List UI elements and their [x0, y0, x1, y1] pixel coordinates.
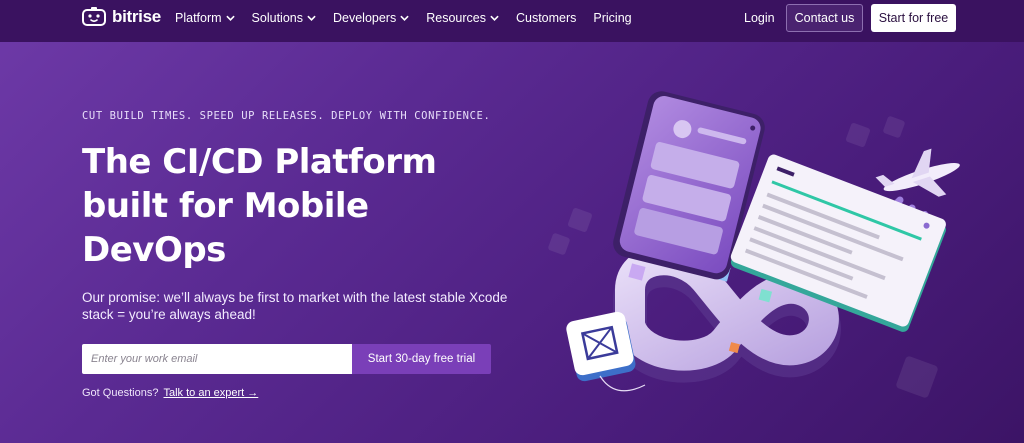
menu-label: Resources: [426, 11, 486, 25]
brand-name: bitrise: [112, 7, 161, 26]
chevron-down-icon: [400, 15, 409, 21]
main-menu: Platform Solutions Developers Resources …: [175, 0, 649, 36]
menu-item-customers[interactable]: Customers: [516, 11, 576, 25]
headline-line: built for Mobile: [82, 186, 369, 226]
top-navigation: bitrise Platform Solutions Developers Re…: [0, 0, 1024, 42]
hero-promise: Our promise: we’ll always be first to ma…: [82, 290, 508, 322]
login-link[interactable]: Login: [744, 11, 775, 25]
menu-item-resources[interactable]: Resources: [426, 11, 499, 25]
menu-label: Platform: [175, 11, 222, 25]
menu-label: Pricing: [593, 11, 632, 25]
questions-line: Got Questions? Talk to an expert →: [82, 387, 258, 399]
menu-label: Developers: [332, 11, 397, 25]
chevron-down-icon: [225, 15, 235, 21]
menu-item-solutions[interactable]: Solutions: [252, 11, 316, 25]
start-for-free-button[interactable]: Start for free: [871, 4, 956, 32]
talk-to-expert-link[interactable]: Talk to an expert →: [164, 387, 259, 399]
menu-item-developers[interactable]: Developers: [333, 11, 409, 25]
headline-line: The CI/CD Platform: [82, 142, 437, 182]
menu-label: Customers: [515, 11, 577, 25]
headline-line: DevOps: [82, 230, 226, 270]
hero-eyebrow: CUT BUILD TIMES. SPEED UP RELEASES. DEPL…: [82, 110, 491, 122]
chevron-down-icon: [307, 15, 316, 21]
bitrise-logo-icon: [82, 7, 106, 26]
hero-headline: The CI/CD Platform built for Mobile DevO…: [82, 140, 502, 272]
chevron-down-icon: [490, 15, 499, 21]
menu-item-platform[interactable]: Platform: [175, 11, 235, 25]
menu-label: Solutions: [251, 11, 303, 25]
questions-prefix: Got Questions?: [82, 387, 159, 399]
menu-item-pricing[interactable]: Pricing: [593, 11, 631, 25]
signup-form: Start 30-day free trial: [82, 344, 491, 374]
hero-illustration: [548, 91, 960, 398]
work-email-input[interactable]: [82, 344, 352, 374]
brand-logo[interactable]: bitrise: [82, 7, 161, 27]
start-trial-button[interactable]: Start 30-day free trial: [352, 344, 491, 374]
contact-us-button[interactable]: Contact us: [786, 4, 863, 32]
